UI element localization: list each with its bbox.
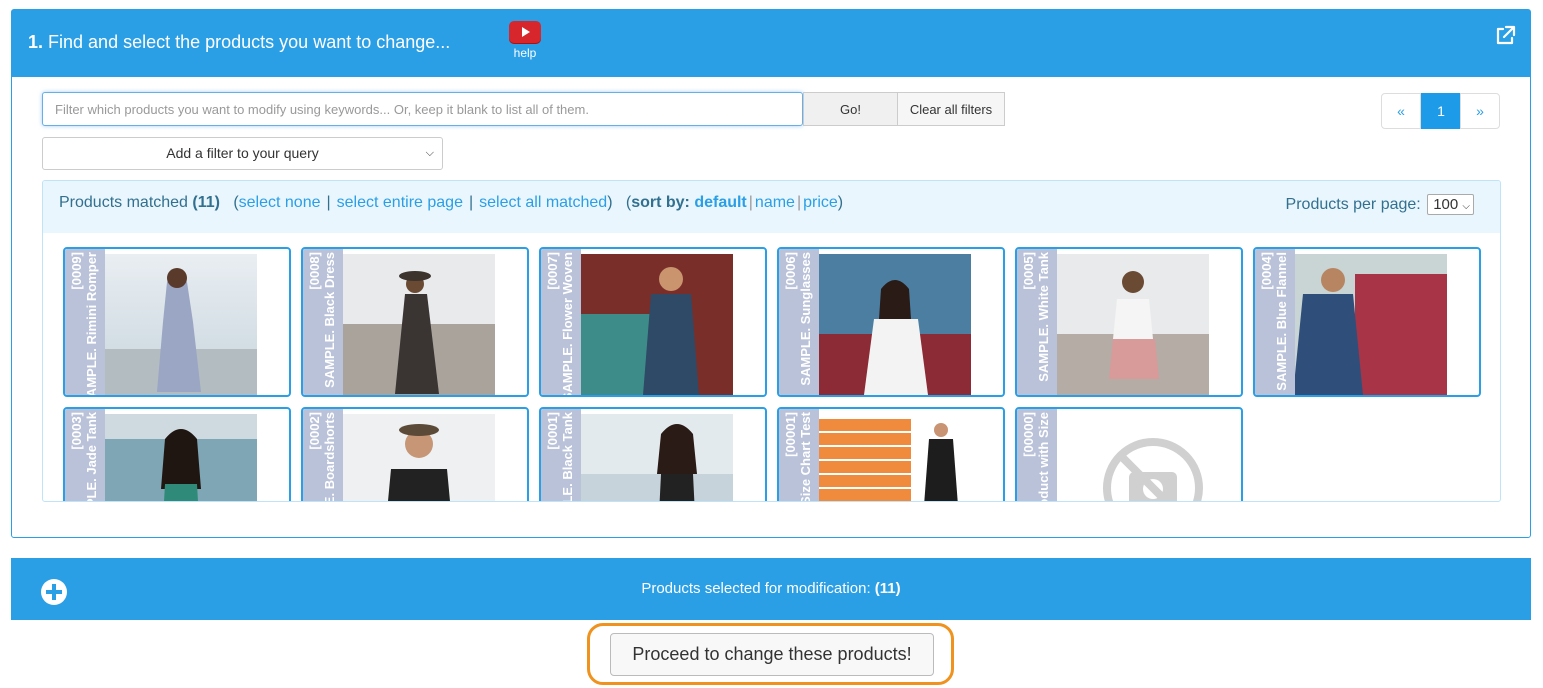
help-label: help <box>513 46 537 60</box>
per-page-label: Products per page: <box>1285 196 1421 213</box>
product-image <box>1295 254 1447 395</box>
product-image <box>819 414 971 501</box>
product-label: [0006] SAMPLE. Sunglasses <box>783 252 813 386</box>
product-label-strip: [00000] Product with Size <box>1017 409 1057 502</box>
selected-count: (11) <box>874 580 901 597</box>
sort-default-link[interactable]: default <box>694 194 746 211</box>
matched-label: Products matched <box>59 194 188 211</box>
product-label: [0003] SAMPLE. Jade Tank <box>69 412 99 501</box>
product-card[interactable]: [00001] Size Chart Test <box>777 407 1005 502</box>
no-image-icon <box>1057 414 1209 501</box>
chevron-down-icon: ⌵ <box>425 147 434 159</box>
product-label-strip: [0008] SAMPLE. Black Dress <box>303 249 343 395</box>
selected-label: Products selected for modification: <box>641 580 871 597</box>
product-image <box>819 254 971 395</box>
selected-products-text: Products selected for modification: (11) <box>11 580 1531 597</box>
sort-close-paren: ) <box>837 194 844 211</box>
product-label: [0002] SAMPLE. Boardshorts <box>307 412 337 501</box>
sort-label: sort by: <box>631 194 690 211</box>
product-card[interactable]: [00000] Product with Size <box>1015 407 1243 502</box>
proceed-button[interactable]: Proceed to change these products! <box>610 633 934 676</box>
product-card[interactable]: [0003] SAMPLE. Jade Tank <box>63 407 291 501</box>
product-label-strip: [0006] SAMPLE. Sunglasses <box>779 249 819 395</box>
product-label: [0008] SAMPLE. Black Dress <box>307 252 337 388</box>
pagination: « 1 » <box>1381 93 1500 129</box>
product-label-strip: [0004] SAMPLE. Blue Flannel <box>1255 249 1295 395</box>
select-none-link[interactable]: select none <box>239 194 321 211</box>
product-image <box>343 254 495 395</box>
selected-products-bar[interactable]: Products selected for modification: (11) <box>11 558 1531 620</box>
product-label-strip: [0007] SAMPLE. Flower Woven <box>541 249 581 395</box>
find-products-panel: 1. Find and select the products you want… <box>11 9 1531 538</box>
product-card[interactable]: [0005] SAMPLE. White Tank <box>1015 247 1243 397</box>
product-label-strip: [00001] Size Chart Test <box>779 409 819 502</box>
product-label: [0009] SAMPLE. Rimini Romper <box>69 252 99 395</box>
product-image <box>581 414 733 501</box>
product-image <box>105 414 257 501</box>
product-label: [0001] SAMPLE. Black Tank <box>545 412 575 501</box>
search-input[interactable] <box>42 92 803 126</box>
sort-price-link[interactable]: price <box>803 194 838 211</box>
product-label-strip: [0002] SAMPLE. Boardshorts <box>303 409 343 501</box>
product-image <box>105 254 257 395</box>
product-image <box>581 254 733 395</box>
results-header: Products matched (11) (select none | selec… <box>43 181 1500 233</box>
sort-name-link[interactable]: name <box>755 194 795 211</box>
product-card[interactable]: [0004] SAMPLE. Blue Flannel <box>1253 247 1481 397</box>
close-paren: ) <box>607 194 613 211</box>
product-label-strip: [0003] SAMPLE. Jade Tank <box>65 409 105 501</box>
product-card[interactable]: [0002] SAMPLE. Boardshorts <box>301 407 529 501</box>
product-card[interactable]: [0001] SAMPLE. Black Tank <box>539 407 767 501</box>
page-current-button[interactable]: 1 <box>1421 93 1461 129</box>
product-card[interactable]: [0007] SAMPLE. Flower Woven <box>539 247 767 397</box>
clear-filters-button[interactable]: Clear all filters <box>897 92 1005 126</box>
chevron-down-icon: ⌵ <box>1462 201 1470 212</box>
panel-header: 1. Find and select the products you want… <box>12 10 1530 77</box>
go-button[interactable]: Go! <box>803 92 898 126</box>
results-panel: Products matched (11) (select none | selec… <box>42 180 1501 502</box>
matched-count: (11) <box>192 194 220 211</box>
product-label: [00000] Product with Size <box>1021 412 1051 502</box>
add-filter-select-value: Add a filter to your query <box>166 145 319 161</box>
product-card[interactable]: [0009] SAMPLE. Rimini Romper <box>63 247 291 397</box>
external-link-icon[interactable] <box>1494 25 1516 47</box>
page-next-button[interactable]: » <box>1460 93 1500 129</box>
product-label-strip: [0005] SAMPLE. White Tank <box>1017 249 1057 395</box>
select-all-link[interactable]: select all matched <box>479 194 607 211</box>
select-page-link[interactable]: select entire page <box>337 194 463 211</box>
panel-title: 1. Find and select the products you want… <box>28 32 450 53</box>
page-prev-button[interactable]: « <box>1381 93 1421 129</box>
product-label: [0004] SAMPLE. Blue Flannel <box>1259 252 1289 391</box>
product-label-strip: [0009] SAMPLE. Rimini Romper <box>65 249 105 395</box>
product-label: [0007] SAMPLE. Flower Woven <box>545 252 575 395</box>
panel-title-text: Find and select the products you want to… <box>48 32 451 52</box>
product-image <box>1057 254 1209 395</box>
proceed-highlight: Proceed to change these products! <box>587 623 954 685</box>
step-number: 1. <box>28 32 44 52</box>
product-label: [0005] SAMPLE. White Tank <box>1021 252 1051 382</box>
product-label: [00001] Size Chart Test <box>783 412 813 502</box>
add-filter-select[interactable]: Add a filter to your query ⌵ <box>42 137 443 170</box>
product-label-strip: [0001] SAMPLE. Black Tank <box>541 409 581 501</box>
youtube-play-icon <box>509 21 541 43</box>
product-image <box>343 414 495 501</box>
per-page-select[interactable]: 100 ⌵ <box>1427 194 1474 215</box>
product-card[interactable]: [0006] SAMPLE. Sunglasses <box>777 247 1005 397</box>
help-button[interactable]: help <box>508 21 542 60</box>
per-page-value: 100 <box>1433 196 1459 213</box>
product-card[interactable]: [0008] SAMPLE. Black Dress <box>301 247 529 397</box>
